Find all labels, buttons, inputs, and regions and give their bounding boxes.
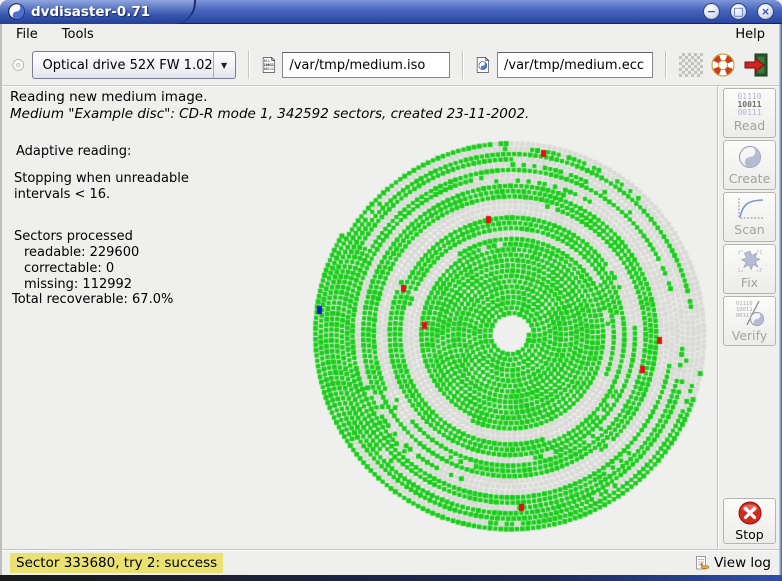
stop-label: Stop	[735, 527, 764, 542]
create-label: Create	[728, 171, 771, 186]
read-label: Read	[733, 118, 766, 133]
quit-button[interactable]	[743, 51, 769, 79]
iso-image-icon: 011 10011 00111	[262, 56, 275, 73]
drive-select[interactable]: Optical drive 52X FW 1.02 ▼	[31, 51, 236, 79]
fix-patch-icon	[738, 250, 761, 272]
sector-spiral-visualization	[258, 121, 722, 539]
fix-button[interactable]: Fix	[723, 244, 776, 294]
titlebar[interactable]: dvdisaster-0.71 − □ ×	[0, 0, 782, 24]
dvdisaster-logo-icon	[8, 3, 25, 20]
close-button[interactable]: ×	[757, 3, 774, 20]
readable-count: readable: 229600	[24, 245, 140, 260]
ecc-path-input[interactable]	[497, 52, 653, 78]
correctable-count: correctable: 0	[24, 261, 115, 276]
log-hand-icon	[696, 555, 710, 569]
missing-count: missing: 112992	[24, 277, 133, 292]
scan-curve-icon	[738, 198, 764, 219]
toolbar-separator	[462, 51, 465, 79]
binary-read-icon: 01110 10011 00111	[737, 92, 762, 117]
stop-condition-line1: Stopping when unreadable	[14, 171, 189, 186]
lifebuoy-icon	[711, 53, 735, 77]
total-recoverable: Total recoverable: 67.0%	[12, 292, 174, 307]
verify-label: Verify	[731, 328, 768, 343]
sector-status-message: Sector 333680, try 2: success	[10, 552, 224, 573]
statusbar: Sector 333680, try 2: success View log	[2, 549, 779, 575]
view-log-button[interactable]: View log	[695, 555, 771, 571]
menu-tools[interactable]: Tools	[58, 26, 98, 43]
maximize-button[interactable]: □	[730, 3, 747, 20]
verify-compare-icon: 01110 10011 00111	[736, 300, 764, 326]
chevron-down-icon: ▼	[212, 52, 235, 78]
read-button[interactable]: 01110 10011 00111 Read	[723, 88, 776, 138]
view-log-label: View log	[714, 554, 771, 571]
action-status-line: Reading new medium image.	[10, 89, 208, 105]
iso-path-input[interactable]	[282, 52, 451, 78]
dvdisaster-window: { "window": { "title": "dvdisaster-0.71"…	[0, 0, 782, 581]
scan-label: Scan	[734, 222, 765, 237]
fix-label: Fix	[740, 275, 759, 290]
window-border-left	[0, 24, 2, 575]
preferences-button-disabled[interactable]	[679, 51, 703, 79]
stop-icon	[738, 501, 761, 525]
menu-help[interactable]: Help	[731, 26, 769, 43]
toolbar: Optical drive 52X FW 1.02 ▼ 011 10011 00…	[2, 45, 779, 86]
minimize-button[interactable]: −	[703, 3, 720, 20]
stop-button[interactable]: Stop	[723, 498, 776, 544]
svg-text:00111: 00111	[263, 67, 273, 71]
svg-text:011: 011	[263, 59, 269, 63]
sectors-title: Sectors processed	[14, 229, 133, 244]
help-button[interactable]	[710, 51, 736, 79]
scan-button[interactable]: Scan	[723, 192, 776, 242]
medium-info-line: Medium "Example disc": CD-R mode 1, 3425…	[10, 106, 530, 122]
svg-text:10011: 10011	[263, 63, 273, 67]
reading-mode-label: Adaptive reading:	[16, 144, 132, 159]
create-button[interactable]: Create	[723, 140, 776, 190]
drive-select-value: Optical drive 52X FW 1.02	[42, 57, 213, 73]
menu-file[interactable]: File	[12, 26, 42, 43]
ecc-file-icon	[477, 56, 490, 73]
stop-condition-line2: intervals < 16.	[14, 187, 111, 202]
disc-drive-icon	[12, 59, 24, 71]
verify-button[interactable]: 01110 10011 00111 Verify	[723, 296, 776, 346]
yin-yang-icon	[738, 146, 761, 168]
window-title: dvdisaster-0.71	[31, 4, 151, 20]
toolbar-separator	[247, 51, 250, 79]
exit-door-icon	[744, 53, 768, 77]
disabled-checker-icon	[679, 53, 703, 77]
action-sidebar: 01110 10011 00111 Read Create Scan Fix 0…	[717, 86, 780, 549]
menubar: File Tools Help	[2, 24, 779, 45]
window-border-bottom	[0, 575, 782, 581]
toolbar-separator	[665, 51, 667, 79]
